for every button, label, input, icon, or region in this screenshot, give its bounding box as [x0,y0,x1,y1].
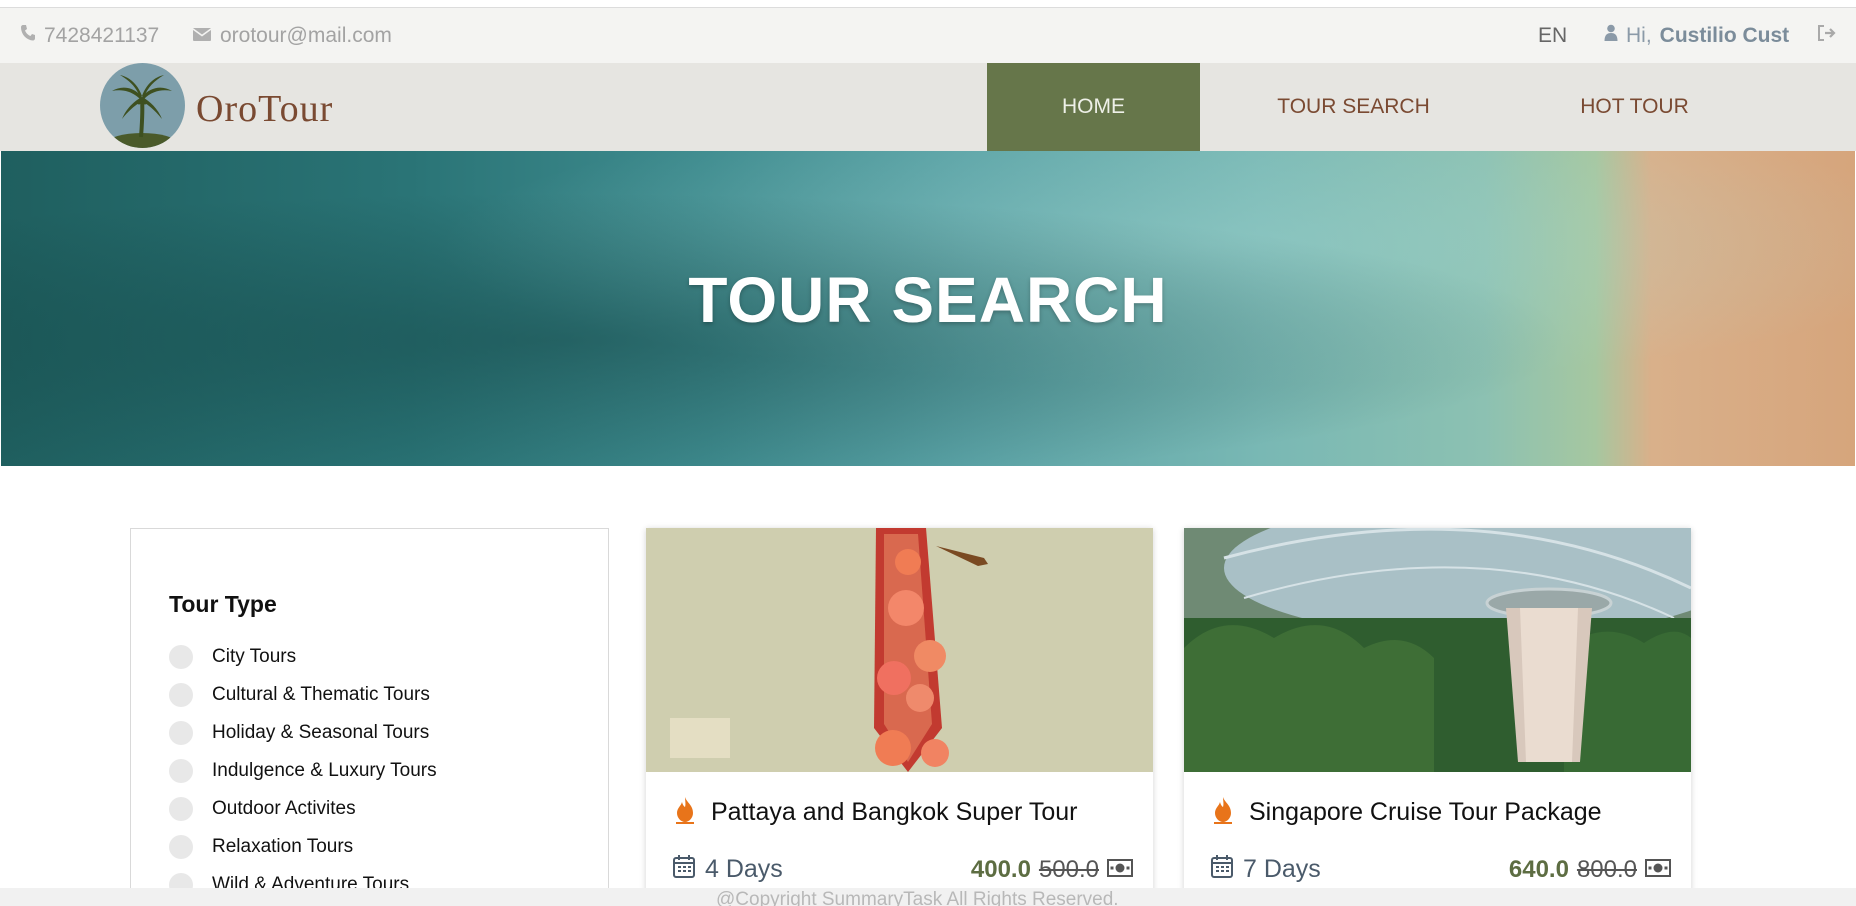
tour-title-row: Pattaya and Bangkok Super Tour [673,796,1077,829]
copyright-text: @Copyright SummaryTask All Rights Reserv… [716,889,1119,906]
money-icon [1107,856,1133,884]
tour-price-current: 640.0 [1508,855,1569,883]
brand-name[interactable]: OroTour [196,87,333,131]
tour-duration: 7 Days [1211,854,1321,885]
tour-meta: 4 Days 400.0 500.0 [673,854,1133,885]
radio-button[interactable] [169,683,193,707]
tour-duration-value: 4 Days [705,855,783,883]
filter-option[interactable]: Relaxation Tours [169,828,437,866]
hero-title: TOUR SEARCH [688,264,1168,336]
filter-option-label[interactable]: Relaxation Tours [212,836,353,858]
main-header: OroTour HOME TOUR SEARCH HOT TOUR [0,63,1856,151]
tour-type-filter: Tour Type City Tours Cultural & Thematic… [130,528,609,906]
tour-photo[interactable] [646,528,1153,772]
nav-hot-tour[interactable]: HOT TOUR [1507,63,1762,151]
nav-tour-search-label[interactable]: TOUR SEARCH [1277,95,1429,119]
footer: @Copyright SummaryTask All Rights Reserv… [0,888,1856,906]
nav-home-label[interactable]: HOME [1062,95,1125,119]
language-label[interactable]: EN [1538,24,1567,48]
user-name[interactable]: Custilio Cust [1660,24,1790,48]
top-info-bar: 7428421137 orotour@mail.com EN Hi, Custi… [0,7,1856,63]
logout-icon[interactable] [1817,24,1837,48]
filter-option-label[interactable]: Holiday & Seasonal Tours [212,722,429,744]
tour-price-old: 800.0 [1576,855,1637,883]
email-address[interactable]: orotour@mail.com [220,24,392,48]
filter-option[interactable]: Indulgence & Luxury Tours [169,752,437,790]
language-selector[interactable]: EN [1538,24,1567,48]
tour-price: 400.0 500.0 [971,856,1133,884]
tour-card[interactable]: Pattaya and Bangkok Super Tour 4 Days 40… [646,528,1153,906]
tour-title-row: Singapore Cruise Tour Package [1211,796,1602,829]
filter-option[interactable]: Cultural & Thematic Tours [169,676,437,714]
tour-card[interactable]: Singapore Cruise Tour Package 7 Days 640… [1184,528,1691,906]
calendar-icon [1211,854,1233,885]
user-icon [1604,24,1618,48]
user-greeting[interactable]: Hi, Custilio Cust [1604,24,1789,48]
radio-button[interactable] [169,721,193,745]
contact-phone: 7428421137 [20,24,159,48]
nav-home[interactable]: HOME [987,63,1200,151]
tour-duration-value: 7 Days [1243,855,1321,883]
tour-price-old: 500.0 [1038,855,1099,883]
radio-button[interactable] [169,797,193,821]
tour-title[interactable]: Singapore Cruise Tour Package [1249,798,1602,827]
nav-hot-tour-label[interactable]: HOT TOUR [1580,95,1689,119]
tour-photo[interactable] [1184,528,1691,772]
logo-palm-icon[interactable] [100,63,185,148]
filter-option-label[interactable]: Cultural & Thematic Tours [212,684,430,706]
filter-option-label[interactable]: City Tours [212,646,296,668]
calendar-icon [673,854,695,885]
tour-price: 640.0 800.0 [1509,856,1671,884]
fire-icon [673,796,697,829]
fire-icon [1211,796,1235,829]
contact-email[interactable]: orotour@mail.com [192,24,392,48]
phone-number: 7428421137 [44,24,160,47]
filter-option[interactable]: Outdoor Activites [169,790,437,828]
tour-title[interactable]: Pattaya and Bangkok Super Tour [711,798,1077,827]
nav-tour-search[interactable]: TOUR SEARCH [1200,63,1507,151]
logout-button[interactable] [1817,24,1837,48]
radio-button[interactable] [169,835,193,859]
filter-option[interactable]: City Tours [169,638,437,676]
filter-heading: Tour Type [169,591,277,617]
tour-meta: 7 Days 640.0 800.0 [1211,854,1671,885]
filter-options: City Tours Cultural & Thematic Tours Hol… [169,638,437,904]
filter-option-label[interactable]: Indulgence & Luxury Tours [212,760,437,782]
tour-price-current: 400.0 [970,855,1031,883]
radio-button[interactable] [169,759,193,783]
envelope-icon [192,24,212,48]
money-icon [1645,856,1671,884]
filter-option-label[interactable]: Outdoor Activites [212,798,356,820]
tour-duration: 4 Days [673,854,783,885]
filter-option[interactable]: Holiday & Seasonal Tours [169,714,437,752]
hero-banner: TOUR SEARCH [1,151,1855,466]
greeting-prefix: Hi, [1626,24,1652,47]
phone-icon [20,24,36,48]
radio-button[interactable] [169,645,193,669]
